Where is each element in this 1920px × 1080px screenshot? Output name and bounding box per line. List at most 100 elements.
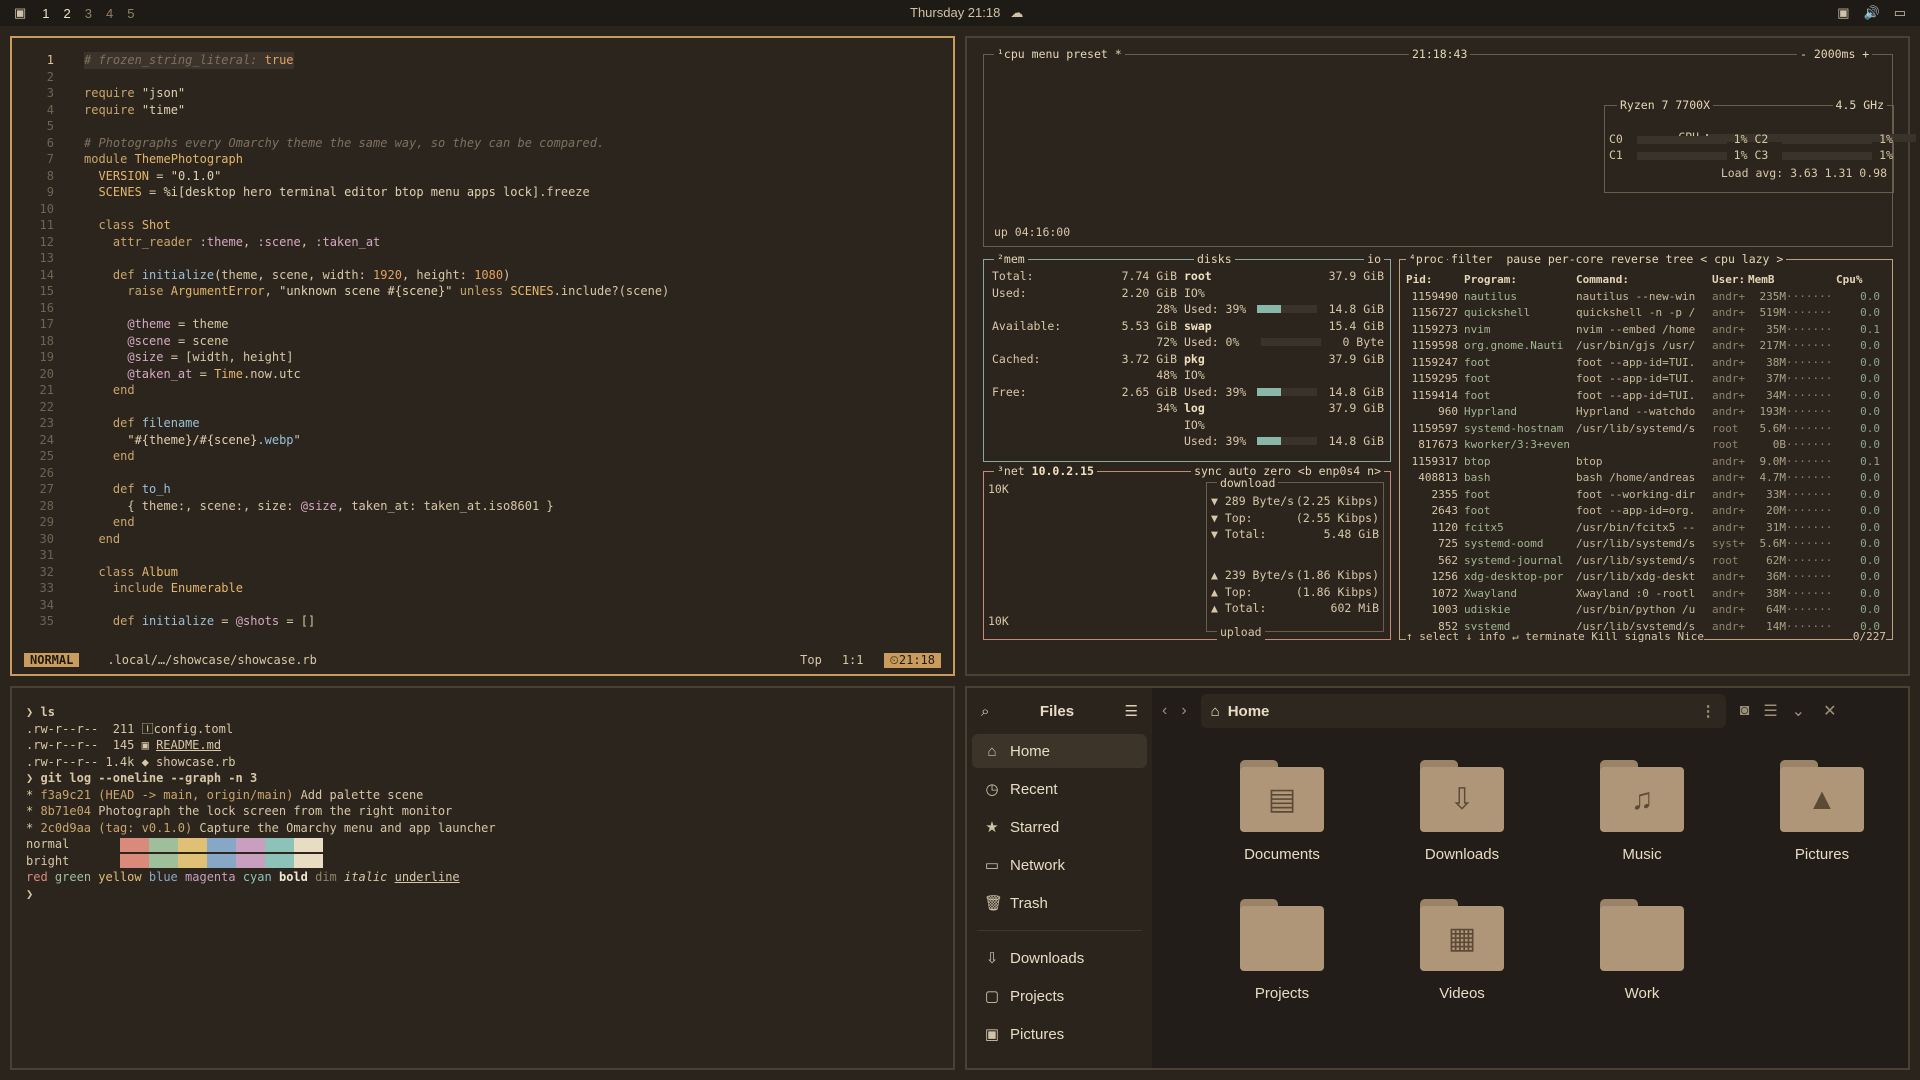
process-cell: nautilus xyxy=(1464,289,1517,303)
process-row[interactable]: 725 systemd-oomd/usr/lib/systemd/s syst+ 5.… xyxy=(1406,536,1888,553)
column-header[interactable] xyxy=(1786,272,1836,289)
process-row[interactable]: 1156727 quickshell quickshell -n -p / andr+… xyxy=(1406,305,1888,322)
process-row[interactable]: 1159273 nvim nvim --embed /home andr+ 35M ··… xyxy=(1406,322,1888,339)
editor-window[interactable]: 1 # frozen_string_literal: true 2 3 require … xyxy=(10,36,955,676)
sidebar-item-pictures[interactable]: ▣ Pictures xyxy=(972,1017,1147,1051)
update-interval[interactable]: - 2000ms + xyxy=(1797,47,1873,61)
process-cell: btop xyxy=(1576,454,1603,468)
sidebar-item-home[interactable]: ⌂ Home xyxy=(972,734,1147,768)
process-row[interactable]: 562 systemd-journal/usr/lib/systemd/s root… xyxy=(1406,553,1888,570)
preset-button[interactable]: preset * xyxy=(1066,47,1121,61)
terminal-lines: ❯ ls .rw-r--r-- 211 🄸config.toml .rw-r--r-… xyxy=(26,704,496,836)
process-row[interactable]: 408813 bash bash /home/andreas andr+ 4.7M ··… xyxy=(1406,470,1888,487)
search-icon[interactable]: ⌕ xyxy=(981,703,989,720)
sidebar-header: ⌕ Files ☰ xyxy=(967,688,1152,734)
process-row[interactable]: 1159490 nautilus nautilus --new-win andr+ 23… xyxy=(1406,289,1888,306)
close-icon[interactable]: ✕ xyxy=(1823,701,1836,721)
column-header[interactable]: Cpu% xyxy=(1836,272,1880,289)
sidebar-item-label: Home xyxy=(1010,742,1051,760)
menu-icon[interactable]: ☰ xyxy=(1125,702,1138,720)
line-number: 26 xyxy=(39,465,54,480)
process-row[interactable]: 1159247 foot foot --app-id=TUI. andr+ 38M ··… xyxy=(1406,355,1888,372)
sidebar-item-trash[interactable]: 🗑 Trash xyxy=(972,886,1147,920)
folder-documents[interactable]: ▤ Documents xyxy=(1192,760,1372,863)
back-icon[interactable]: ‹ xyxy=(1162,702,1167,720)
sidebar-item-projects[interactable]: ▢ Projects xyxy=(972,979,1147,1013)
workspace-3[interactable]: 3 xyxy=(85,6,92,21)
screen-icon[interactable]: ▣ xyxy=(1837,5,1849,21)
core-row-0: C0 1% C2 1% xyxy=(1609,132,1893,146)
net-title[interactable]: ³net 10.0.2.15 xyxy=(994,464,1097,478)
process-row[interactable]: 1159598 org.gnome.Nauti/usr/bin/gjs /usr/… xyxy=(1406,338,1888,355)
chevron-down-icon[interactable]: ⌄ xyxy=(1792,701,1805,721)
column-header[interactable]: Program: xyxy=(1464,272,1576,289)
code-editor[interactable]: 1 # frozen_string_literal: true 2 3 require … xyxy=(24,52,941,644)
folder-downloads[interactable]: ⇩ Downloads xyxy=(1372,760,1552,863)
process-row[interactable]: 1256 xdg-desktop-por/usr/lib/xdg-deskt and… xyxy=(1406,569,1888,586)
core-bar xyxy=(1636,135,1727,144)
workspace-4[interactable]: 4 xyxy=(106,6,113,21)
process-row[interactable]: 2355 foot foot --working-dir andr+ 33M ·····… xyxy=(1406,487,1888,504)
workspace-1[interactable]: 1 xyxy=(42,6,49,21)
cpu-box-title[interactable]: ¹cpu menu preset * xyxy=(994,47,1125,61)
folder-work[interactable]: Work xyxy=(1552,899,1732,1002)
color-swatch xyxy=(91,854,121,868)
process-row[interactable]: 1003 udiskie/usr/bin/python /u andr+ 64M ··… xyxy=(1406,602,1888,619)
column-header[interactable]: User: xyxy=(1712,272,1748,289)
column-header[interactable]: Pid: xyxy=(1406,272,1464,289)
list-view-icon[interactable]: ☰ xyxy=(1763,701,1777,721)
io-toggle[interactable]: io xyxy=(1364,252,1384,266)
proc-footer[interactable]: ↑ select ↓ info ↵ terminate Kill signals… xyxy=(1406,630,1705,643)
monitor-icon[interactable]: ▭ xyxy=(1894,5,1906,21)
path-bar[interactable]: ⌂ Home ⋮ xyxy=(1200,694,1726,728)
folder-projects[interactable]: Projects xyxy=(1192,899,1372,1002)
net-stat-row: ▲ Top: (1.86 Kibps) xyxy=(1211,584,1379,601)
prompt[interactable]: ❯ xyxy=(26,886,496,903)
proc-title[interactable]: ⁴proc xyxy=(1406,252,1447,266)
folder-pictures[interactable]: ▲ Pictures xyxy=(1732,760,1912,863)
process-cell: 1159490 xyxy=(1411,289,1458,303)
camera-icon[interactable]: ◙ xyxy=(1740,702,1750,720)
proc-options[interactable]: filter pause per-core reverse tree < cpu… xyxy=(1448,252,1787,266)
column-header[interactable]: Command: xyxy=(1576,272,1712,289)
sidebar-item-downloads[interactable]: ⇩ Downloads xyxy=(972,941,1147,975)
column-header[interactable]: MemB xyxy=(1748,272,1786,289)
process-row[interactable]: 1072 Xwayland Xwayland :0 -rootl andr+ 38M ·… xyxy=(1406,586,1888,603)
volume-icon[interactable]: 🔊 xyxy=(1864,5,1880,21)
process-row[interactable]: 1159414 foot foot --app-id=TUI. andr+ 34M ··… xyxy=(1406,388,1888,405)
process-cell: andr+ xyxy=(1712,322,1746,336)
menu-button[interactable]: menu xyxy=(1032,47,1060,61)
workspace-2[interactable]: 2 xyxy=(64,6,71,21)
folder-music[interactable]: ♫ Music xyxy=(1552,760,1732,863)
process-row[interactable]: 1159295 foot foot --app-id=TUI. andr+ 37M ··… xyxy=(1406,371,1888,388)
process-cell: 5.6M xyxy=(1759,537,1787,550)
process-cell: systemd-journal xyxy=(1464,553,1564,567)
disks-title[interactable]: disks xyxy=(1194,252,1235,266)
clock[interactable]: Thursday 21:18 ☁ xyxy=(910,5,1023,21)
process-row[interactable]: 1120 fcitx5/usr/bin/fcitx5 -- andr+ 31M ···… xyxy=(1406,520,1888,537)
files-window[interactable]: ⌕ Files ☰ ⌂ Home ◷ Recent ★ Starred ▭ Network 🗑 T… xyxy=(965,686,1910,1070)
process-cell: ······· xyxy=(1786,570,1833,583)
kebab-icon[interactable]: ⋮ xyxy=(1701,702,1716,720)
sidebar-item-starred[interactable]: ★ Starred xyxy=(972,810,1147,844)
workspace-5[interactable]: 5 xyxy=(127,6,134,21)
color-swatch xyxy=(265,837,295,852)
terminal-output[interactable]: ❯ ls .rw-r--r-- 211 🄸config.toml .rw-r--r-… xyxy=(26,704,496,902)
process-row[interactable]: 1159597 systemd-hostnam/usr/lib/systemd/s… xyxy=(1406,421,1888,438)
terminal-line: ❯ ls xyxy=(26,705,55,719)
color-swatch xyxy=(207,837,237,852)
sidebar-item-network[interactable]: ▭ Network xyxy=(972,848,1147,882)
forward-icon[interactable]: › xyxy=(1181,702,1186,720)
folder-videos[interactable]: ▦ Videos xyxy=(1372,899,1552,1002)
process-header[interactable]: Pid: Program: Command: User: MemB Cpu% xyxy=(1406,272,1888,289)
mem-title[interactable]: ²mem xyxy=(994,252,1028,266)
btop-window[interactable]: ¹cpu menu preset * 21:18:43 - 2000ms + u… xyxy=(965,36,1916,676)
process-row[interactable]: 960 Hyprland Hyprland --watchdo andr+ 193M ·… xyxy=(1406,404,1888,421)
process-row[interactable]: 2643 foot foot --app-id=org. andr+ 20M ·····… xyxy=(1406,503,1888,520)
process-row[interactable]: 817673 kworker/3:3+even root 0B ······· 0.0 xyxy=(1406,437,1888,454)
sidebar-item-recent[interactable]: ◷ Recent xyxy=(972,772,1147,806)
terminal-window[interactable]: ❯ ls .rw-r--r-- 211 🄸config.toml .rw-r--r-… xyxy=(10,686,955,1070)
process-cell: 4.7M xyxy=(1759,471,1787,484)
process-row[interactable]: 1159317 btop btop andr+ 9.0M ······· 0.1 xyxy=(1406,454,1888,471)
app-menu-icon[interactable]: ▣ xyxy=(14,5,26,21)
